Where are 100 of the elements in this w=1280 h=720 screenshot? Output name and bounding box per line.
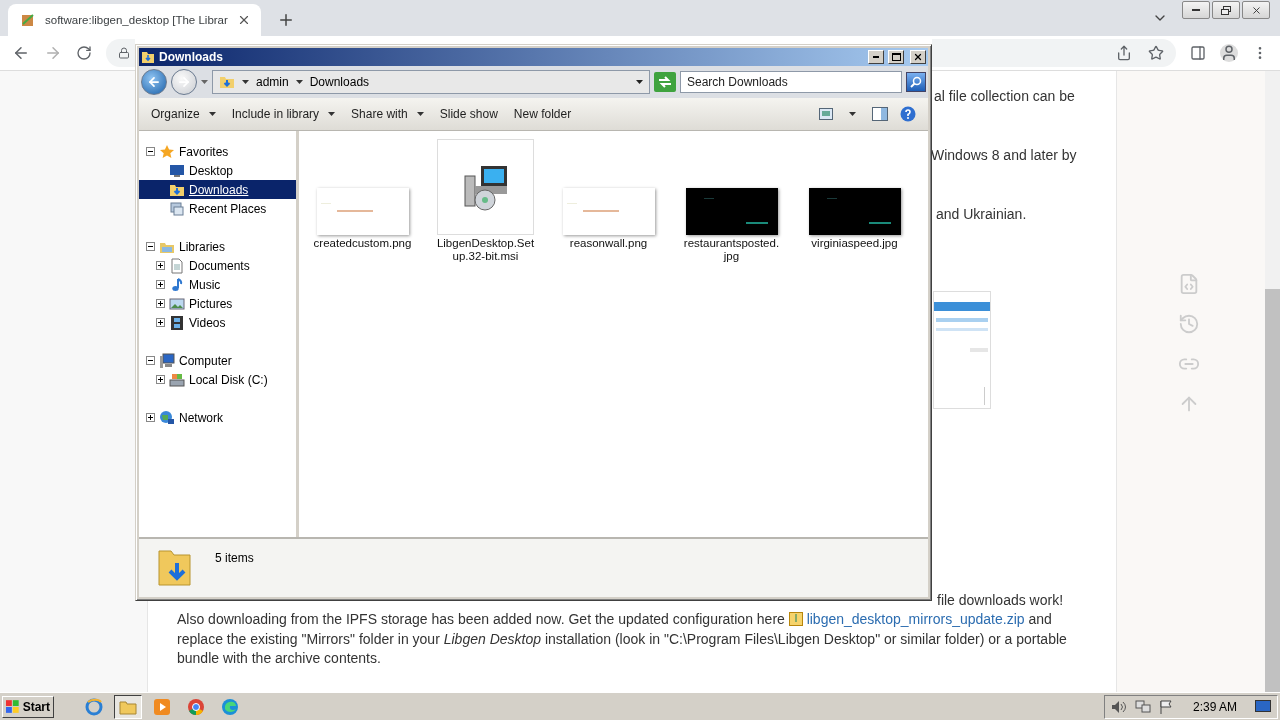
refresh-icon[interactable] <box>654 72 676 92</box>
view-icon[interactable] <box>819 108 833 120</box>
text-line: file downloads work! <box>937 591 1064 610</box>
text-line: Windows 8 and later by <box>931 146 1077 165</box>
tree-item[interactable]: Local Disk (C:) <box>139 370 296 389</box>
edge-icon <box>221 697 239 716</box>
minimize-button[interactable] <box>1182 1 1210 19</box>
breadcrumb-arrow-icon <box>242 80 249 84</box>
tree-item[interactable]: Recent Places <box>139 199 296 218</box>
film-strip-icon <box>169 314 185 331</box>
command-button[interactable]: Share with <box>343 101 432 127</box>
command-button[interactable]: New folder <box>505 101 580 127</box>
minimize-icon <box>1192 9 1200 11</box>
dropdown-arrow-icon <box>208 112 216 116</box>
dropdown-arrow-icon <box>328 112 336 116</box>
dropdown-arrow-icon <box>636 80 643 84</box>
file-name: reasonwall.png <box>568 237 649 250</box>
arrow-left-icon <box>147 75 161 89</box>
reload-icon[interactable] <box>76 45 92 61</box>
download-link[interactable]: libgen_desktop_mirrors_update.zip <box>806 611 1025 627</box>
file-name: createdcustom.png <box>312 237 413 250</box>
tree-item[interactable]: Documents <box>139 256 296 275</box>
star-icon <box>159 143 175 160</box>
collapse-toggle-icon[interactable] <box>146 356 155 365</box>
expand-toggle-icon[interactable] <box>156 299 165 308</box>
breadcrumb-arrow-icon <box>295 80 303 84</box>
computer-icon <box>159 352 175 369</box>
breadcrumb-item[interactable]: admin <box>256 75 289 89</box>
recent-places-icon <box>169 200 185 217</box>
tree-item[interactable]: Network <box>139 408 296 427</box>
taskbar-app-button[interactable] <box>114 694 142 719</box>
expand-toggle-icon[interactable] <box>156 318 165 327</box>
breadcrumb-item[interactable]: Downloads <box>309 75 370 89</box>
command-button[interactable]: Slide show <box>431 101 506 127</box>
help-icon[interactable] <box>900 106 916 122</box>
command-button[interactable]: Include in library <box>223 101 344 127</box>
file-name: restaurantsposted. jpg <box>682 237 781 263</box>
tree-item[interactable]: Computer <box>139 351 296 370</box>
network-globe-icon <box>159 409 175 426</box>
search-field[interactable]: Search Downloads <box>680 71 902 93</box>
window-title: Downloads <box>159 50 224 64</box>
back-icon[interactable] <box>12 44 30 62</box>
search-button[interactable] <box>906 72 926 92</box>
address-field[interactable]: admin Downloads <box>212 70 650 94</box>
side-panel-icon[interactable] <box>1190 45 1206 61</box>
flag-icon[interactable] <box>1158 699 1173 714</box>
globe-e-icon <box>85 697 103 716</box>
pictures-icon <box>169 295 185 312</box>
back-button[interactable] <box>141 69 167 95</box>
show-desktop-icon[interactable] <box>1255 699 1271 714</box>
restore-button[interactable] <box>1212 1 1240 19</box>
arrow-right-icon <box>177 75 191 89</box>
file-item[interactable]: reasonwall.png <box>547 139 670 263</box>
file-item[interactable]: restaurantsposted. jpg <box>670 139 793 263</box>
expand-toggle-icon[interactable] <box>156 261 165 270</box>
file-item[interactable]: createdcustom.png <box>301 139 424 263</box>
network-icon[interactable] <box>1134 699 1151 714</box>
forward-button[interactable] <box>171 69 197 95</box>
text-line: al file collection can be <box>934 87 1075 106</box>
profile-icon[interactable] <box>1220 44 1238 62</box>
tree-item[interactable]: Downloads <box>139 180 296 199</box>
text-line: and Ukrainian. <box>936 205 1027 224</box>
tree-item[interactable]: Music <box>139 275 296 294</box>
maximize-icon <box>891 53 901 61</box>
windows-logo-icon <box>6 699 20 714</box>
clock[interactable]: 2:39 AM <box>1192 699 1237 714</box>
close-icon <box>913 52 923 62</box>
tree-item[interactable]: Libraries <box>139 237 296 256</box>
speaker-icon[interactable] <box>1110 699 1127 714</box>
bookmark-star-icon[interactable] <box>1148 45 1164 61</box>
file-item[interactable]: virginiaspeed.jpg <box>793 139 916 263</box>
tree-item[interactable]: Favorites <box>139 142 296 161</box>
item-count: 5 items <box>215 551 254 565</box>
preview-pane-icon[interactable] <box>872 107 888 121</box>
folder-download-icon <box>219 74 235 90</box>
expand-toggle-icon[interactable] <box>156 280 165 289</box>
close-icon <box>1250 4 1262 16</box>
tree-item[interactable]: Videos <box>139 313 296 332</box>
share-icon[interactable] <box>1116 45 1132 61</box>
file-name: virginiaspeed.jpg <box>810 237 899 250</box>
start-button[interactable]: Start <box>2 695 54 718</box>
browser-tab[interactable]: software:libgen_desktop [The Librar <box>8 4 261 36</box>
command-button[interactable]: Organize <box>143 101 224 127</box>
file-item[interactable]: LibgenDesktop.Set up.32-bit.msi <box>424 139 547 263</box>
expand-toggle-icon[interactable] <box>156 375 165 384</box>
scrollbar[interactable] <box>1265 71 1280 692</box>
collapse-toggle-icon[interactable] <box>146 242 155 251</box>
maximize-button[interactable] <box>888 50 904 64</box>
installer-icon <box>437 139 534 235</box>
chrome-icon <box>187 697 205 716</box>
tree-item[interactable]: Pictures <box>139 294 296 313</box>
collapse-toggle-icon[interactable] <box>146 147 155 156</box>
dropdown-arrow-icon <box>201 80 208 84</box>
expand-toggle-icon[interactable] <box>146 413 155 422</box>
archive-file-icon <box>788 612 803 626</box>
document-icon <box>169 257 185 274</box>
file-name: LibgenDesktop.Set up.32-bit.msi <box>435 237 536 263</box>
restore-icon <box>1221 5 1231 15</box>
tree-item[interactable]: Desktop <box>139 161 296 180</box>
monitor-icon <box>169 162 185 179</box>
